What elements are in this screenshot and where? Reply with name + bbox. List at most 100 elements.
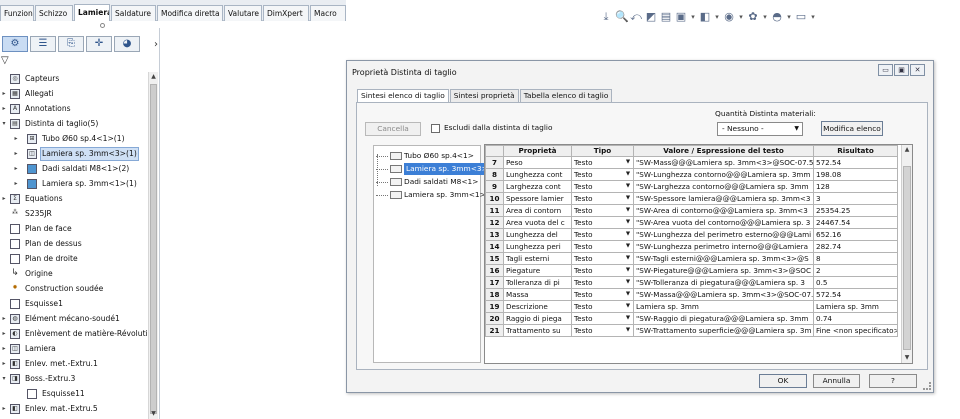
cell-tipo[interactable]: Testo ▼ bbox=[571, 240, 634, 253]
chevron-down-icon[interactable]: ▾ bbox=[810, 10, 816, 26]
expand-arrow-icon[interactable]: ▸ bbox=[0, 87, 8, 101]
zoom-area-icon[interactable]: 🔍 bbox=[615, 10, 629, 26]
annulla-button[interactable]: Annulla bbox=[813, 374, 860, 388]
collapse-arrow-icon[interactable]: ▾ bbox=[0, 117, 8, 131]
scrollbar-thumb[interactable] bbox=[150, 84, 157, 414]
expand-arrow-icon[interactable]: ▸ bbox=[0, 192, 8, 206]
tab-macro[interactable]: Macro bbox=[310, 5, 346, 21]
table-row[interactable]: 9 Larghezza cont Testo ▼ "SW-Larghezza conto… bbox=[485, 180, 898, 193]
chevron-down-icon[interactable]: ▼ bbox=[624, 302, 632, 312]
scrollbar-thumb[interactable] bbox=[903, 166, 911, 350]
cell-valore[interactable]: "SW-Trattamento superficie@@@Lamiera sp.… bbox=[633, 324, 814, 337]
cell-proprieta[interactable]: Trattamento su bbox=[503, 324, 572, 337]
scroll-down-icon[interactable]: ▼ bbox=[149, 409, 158, 419]
table-row[interactable]: 12 Area vuota del c Testo ▼ "SW-Area vuota d… bbox=[485, 216, 898, 229]
scene-icon[interactable]: ◓ bbox=[771, 10, 783, 26]
table-row[interactable]: 16 Piegature Testo ▼ "SW-Piegature@@@Lamiera… bbox=[485, 264, 898, 277]
cell-proprieta[interactable]: Area vuota del c bbox=[503, 216, 572, 229]
chevron-down-icon[interactable]: ▾ bbox=[786, 10, 792, 26]
tab-dimxpert[interactable]: DimXpert bbox=[263, 5, 309, 21]
chevron-down-icon[interactable]: ▾ bbox=[714, 10, 720, 26]
cell-valore[interactable]: "SW-Massa@@@Lamiera sp. 3mm<3>@SOC-07. bbox=[633, 288, 814, 301]
chevron-down-icon[interactable]: ▼ bbox=[624, 182, 632, 192]
cell-valore[interactable]: "SW-Larghezza contorno@@@Lamiera sp. 3mm bbox=[633, 180, 814, 193]
chevron-down-icon[interactable]: ▼ bbox=[624, 290, 632, 300]
cell-valore[interactable]: "SW-Tolleranza di piegatura@@@Lamiera sp… bbox=[633, 276, 814, 289]
cell-valore[interactable]: "SW-Lunghezza del perimetro esterno@@@La… bbox=[633, 228, 814, 241]
cell-tipo[interactable]: Testo ▼ bbox=[571, 252, 634, 265]
table-row[interactable]: 13 Lunghezza del Testo ▼ "SW-Lunghezza del p… bbox=[485, 228, 898, 241]
cell-proprieta[interactable]: Lunghezza cont bbox=[503, 168, 572, 181]
configuration-manager-tab-icon[interactable]: ⎘ bbox=[58, 36, 84, 52]
zoom-fit-icon[interactable]: ⤓ bbox=[600, 10, 612, 26]
cell-proprieta[interactable]: Piegature bbox=[503, 264, 572, 277]
tab-schizzo[interactable]: Schizzo bbox=[35, 5, 73, 21]
chevron-down-icon[interactable]: ▼ bbox=[624, 194, 632, 204]
tab-tabella-elenco[interactable]: Tabella elenco di taglio bbox=[519, 89, 613, 102]
tab-lamiera[interactable]: Lamiera bbox=[74, 4, 110, 21]
chevron-down-icon[interactable]: ▾ bbox=[690, 10, 696, 26]
expand-arrow-icon[interactable]: ▸ bbox=[0, 357, 8, 371]
grid-scrollbar[interactable]: ▲ ▼ bbox=[901, 145, 912, 363]
cell-tipo[interactable]: Testo ▼ bbox=[571, 312, 634, 325]
cell-proprieta[interactable]: Larghezza cont bbox=[503, 180, 572, 193]
tab-funzioni[interactable]: Funzioni bbox=[0, 5, 34, 21]
close-icon[interactable]: ✕ bbox=[910, 64, 925, 76]
expand-arrow-icon[interactable]: ▸ bbox=[12, 147, 20, 161]
quantity-select[interactable]: - Nessuno - ▼ bbox=[717, 122, 803, 136]
table-row[interactable]: 21 Trattamento su Testo ▼ "SW-Trattamento su… bbox=[485, 324, 898, 337]
section-view-icon[interactable]: ◩ bbox=[645, 10, 657, 26]
cell-tipo[interactable]: Testo ▼ bbox=[571, 276, 634, 289]
table-row[interactable]: 18 Massa Testo ▼ "SW-Massa@@@Lamiera sp. 3mm… bbox=[485, 288, 898, 301]
cell-valore[interactable]: "SW-Spessore lamiera@@@Lamiera sp. 3mm<3 bbox=[633, 192, 814, 205]
cell-tipo[interactable]: Testo ▼ bbox=[571, 156, 634, 169]
expand-arrow-icon[interactable]: ▸ bbox=[0, 342, 8, 356]
expand-arrow-icon[interactable]: ▸ bbox=[0, 402, 8, 416]
chevron-down-icon[interactable]: ▾ bbox=[738, 10, 744, 26]
chevron-down-icon[interactable]: ▼ bbox=[624, 218, 632, 228]
maximize-icon[interactable]: ▣ bbox=[894, 64, 909, 76]
view-orientation-icon[interactable]: ▣ bbox=[675, 10, 687, 26]
table-row[interactable]: 11 Area di contorn Testo ▼ "SW-Area di conto… bbox=[485, 204, 898, 217]
cell-proprieta[interactable]: Tagli esterni bbox=[503, 252, 572, 265]
cell-valore[interactable]: "SW-Mass@@@Lamiera sp. 3mm<3>@SOC-07.5 bbox=[633, 156, 814, 169]
chevron-right-icon[interactable]: › bbox=[154, 39, 158, 50]
cell-valore[interactable]: Lamiera sp. 3mm bbox=[633, 300, 814, 313]
table-row[interactable]: 8 Lunghezza cont Testo ▼ "SW-Lunghezza conto… bbox=[485, 168, 898, 181]
cancella-button[interactable]: Cancella bbox=[365, 122, 421, 136]
cell-tipo[interactable]: Testo ▼ bbox=[571, 264, 634, 277]
cell-tipo[interactable]: Testo ▼ bbox=[571, 288, 634, 301]
expand-arrow-icon[interactable]: ▸ bbox=[12, 132, 20, 146]
cell-valore[interactable]: "SW-Lunghezza contorno@@@Lamiera sp. 3mm bbox=[633, 168, 814, 181]
table-row[interactable]: 7 Peso Testo ▼ "SW-Mass@@@Lamiera sp. 3mm<3>… bbox=[485, 156, 898, 169]
cell-proprieta[interactable]: Descrizione bbox=[503, 300, 572, 313]
chevron-down-icon[interactable]: ▼ bbox=[624, 254, 632, 264]
table-row[interactable]: 15 Tagli esterni Testo ▼ "SW-Tagli esterni@@… bbox=[485, 252, 898, 265]
cell-valore[interactable]: "SW-Lunghezza perimetro interno@@@Lamier… bbox=[633, 240, 814, 253]
tab-modifica-diretta[interactable]: Modifica diretta bbox=[157, 5, 223, 21]
tree-scrollbar[interactable]: ▲ ▼ bbox=[148, 72, 158, 419]
hide-show-icon[interactable]: ◉ bbox=[723, 10, 735, 26]
feature-manager-tab-icon[interactable]: ⚙ bbox=[2, 36, 28, 52]
appearance-icon[interactable]: ✿ bbox=[747, 10, 759, 26]
chevron-down-icon[interactable]: ▼ bbox=[624, 314, 632, 324]
help-button[interactable]: ? bbox=[869, 374, 917, 388]
cell-proprieta[interactable]: Lunghezza peri bbox=[503, 240, 572, 253]
table-row[interactable]: 17 Tolleranza di pi Testo ▼ "SW-Tolleranza d… bbox=[485, 276, 898, 289]
cell-proprieta[interactable]: Area di contorn bbox=[503, 204, 572, 217]
tab-valutare[interactable]: Valutare bbox=[224, 5, 262, 21]
cell-tipo[interactable]: Testo ▼ bbox=[571, 180, 634, 193]
modifica-elenco-button[interactable]: Modifica elenco bbox=[821, 121, 883, 136]
cell-proprieta[interactable]: Spessore lamier bbox=[503, 192, 572, 205]
cell-valore[interactable]: "SW-Area di contorno@@@Lamiera sp. 3mm<3 bbox=[633, 204, 814, 217]
chevron-down-icon[interactable]: ▼ bbox=[624, 326, 632, 336]
ok-button[interactable]: OK bbox=[759, 374, 807, 388]
cell-tipo[interactable]: Testo ▼ bbox=[571, 204, 634, 217]
exclude-checkbox[interactable] bbox=[431, 124, 440, 133]
table-row[interactable]: 19 Descrizione Testo ▼ Lamiera sp. 3mm Lamier… bbox=[485, 300, 898, 313]
collapse-arrow-icon[interactable]: ▾ bbox=[0, 372, 8, 386]
cell-valore[interactable]: "SW-Piegature@@@Lamiera sp. 3mm<3>@SOC bbox=[633, 264, 814, 277]
table-row[interactable]: 10 Spessore lamier Testo ▼ "SW-Spessore lami… bbox=[485, 192, 898, 205]
cell-valore[interactable]: "SW-Raggio di piegatura@@@Lamiera sp. 3m… bbox=[633, 312, 814, 325]
cell-valore[interactable]: "SW-Tagli esterni@@@Lamiera sp. 3mm<3>@S bbox=[633, 252, 814, 265]
